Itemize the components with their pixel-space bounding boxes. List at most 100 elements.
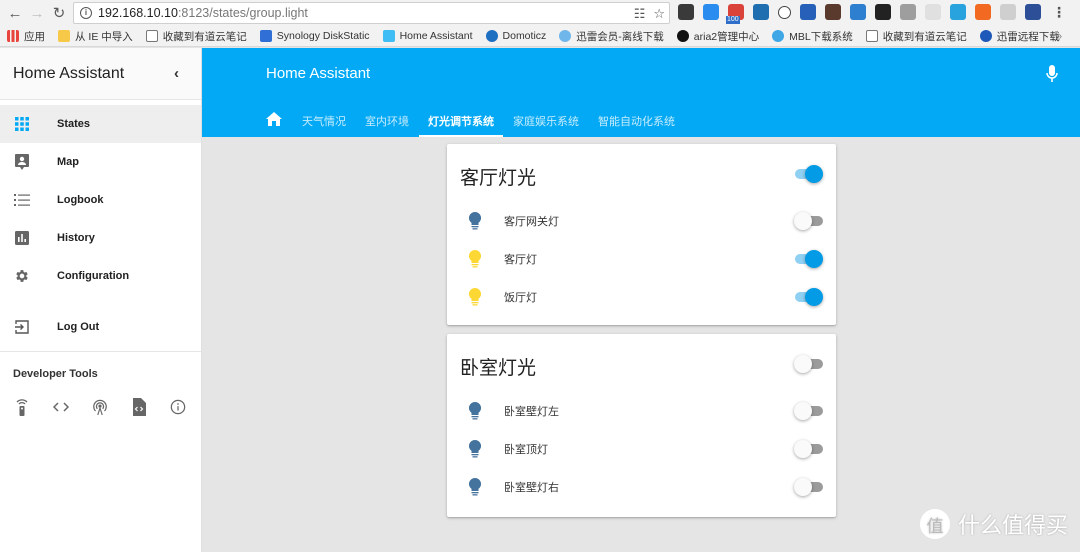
bookmark-label: MBL下载系统 <box>789 30 853 43</box>
tab-weather[interactable]: 天气情况 <box>302 104 346 137</box>
bookmark-label: Domoticz <box>502 30 547 42</box>
entity-name[interactable]: 客厅灯 <box>504 251 537 267</box>
entity-toggle[interactable] <box>794 249 823 269</box>
globe-ext-icon[interactable] <box>1000 4 1016 20</box>
bookmark-item[interactable]: Domoticz <box>485 30 547 42</box>
onepassword-icon[interactable] <box>778 5 791 19</box>
group-toggle[interactable] <box>794 164 823 184</box>
bookmark-item[interactable]: 收藏到有道云笔记 <box>865 29 967 44</box>
entity-toggle[interactable] <box>794 287 823 307</box>
url-path: :8123/states/group.light <box>177 6 308 20</box>
map-marker-icon <box>14 154 30 170</box>
sidebar-item-logout[interactable]: Log Out <box>0 308 201 346</box>
chart-icon <box>14 230 30 246</box>
bookmark-label: 应用 <box>24 30 45 43</box>
entity-toggle[interactable] <box>794 439 823 459</box>
adblock-icon[interactable]: 100 <box>726 4 744 24</box>
shield-ext-icon[interactable] <box>925 4 941 20</box>
sidebar-item-label: Map <box>57 156 79 168</box>
evernote-icon[interactable] <box>678 4 694 20</box>
watermark-logo-icon: 值 <box>919 509 950 539</box>
folder-icon <box>58 30 70 42</box>
sidebar: Home Assistant ‹ States Map Logbook Hist… <box>0 48 202 552</box>
bookmark-label: 从 IE 中导入 <box>75 30 133 43</box>
bookmark-item[interactable]: 迅雷会员-离线下载 <box>559 29 664 44</box>
collapse-sidebar-icon[interactable]: ‹ <box>174 65 179 82</box>
bookmark-label: Home Assistant <box>399 30 473 42</box>
group-card-living-room: 客厅灯光 客厅网关灯 客厅灯 饭厅灯 <box>447 144 836 325</box>
bookmark-ext-icon[interactable] <box>800 4 816 20</box>
bookmark-label: 迅雷远程下载 <box>996 30 1060 43</box>
color-wheel-icon[interactable] <box>875 4 891 20</box>
address-bar[interactable]: i 192.168.10.10:8123/states/group.light … <box>73 2 670 24</box>
bookmark-item[interactable]: MBL下载系统 <box>772 29 853 44</box>
blue-ext-icon[interactable] <box>703 4 719 20</box>
sidebar-item-label: Configuration <box>57 270 130 282</box>
bookmarks-bar: 应用 从 IE 中导入 收藏到有道云笔记 Synology DiskStatic Hom… <box>0 26 1080 47</box>
template-file-icon[interactable] <box>131 398 147 416</box>
star-icon[interactable]: ☆ <box>653 6 665 22</box>
info-icon[interactable]: i <box>80 7 92 19</box>
paint-ext-icon[interactable] <box>950 4 966 20</box>
tab-entertainment[interactable]: 家庭娱乐系统 <box>513 104 579 137</box>
sidebar-item-map[interactable]: Map <box>0 143 201 181</box>
entity-row: 卧室壁灯右 <box>447 472 836 502</box>
entity-toggle[interactable] <box>794 211 823 231</box>
entity-row: 卧室顶灯 <box>447 434 836 464</box>
home-icon <box>266 112 282 129</box>
camera-ext-icon[interactable] <box>825 4 841 20</box>
sidebar-item-states[interactable]: States <box>0 105 201 143</box>
info-icon[interactable] <box>170 398 186 416</box>
more-bookmarks-button[interactable]: » <box>1056 31 1062 42</box>
sidebar-item-label: Logbook <box>57 194 104 206</box>
microphone-icon[interactable] <box>1046 65 1058 88</box>
card-title: 卧室灯光 <box>460 358 537 379</box>
sidebar-item-configuration[interactable]: Configuration <box>0 257 201 295</box>
bookmark-item[interactable]: 应用 <box>7 29 45 44</box>
bookmark-item[interactable]: 迅雷远程下载 <box>979 29 1060 44</box>
list-icon <box>14 192 30 208</box>
grid-icon <box>14 116 30 132</box>
bookmark-label: 收藏到有道云笔记 <box>882 30 967 43</box>
lightbulb-icon <box>468 439 482 458</box>
tab-indoor-environment[interactable]: 室内环境 <box>365 104 409 137</box>
entity-row: 客厅灯 <box>447 244 836 274</box>
translate-icon[interactable]: ☷ <box>634 6 646 22</box>
logout-icon <box>14 319 30 335</box>
mqtt-antenna-icon[interactable] <box>92 398 108 416</box>
bird-ext-icon[interactable] <box>753 4 769 20</box>
thunder-remote-icon <box>979 30 992 42</box>
bookmark-item[interactable]: aria2管理中心 <box>676 29 759 44</box>
sidebar-item-label: History <box>57 232 95 244</box>
service-remote-icon[interactable] <box>14 398 30 416</box>
forward-button[interactable]: → <box>26 2 48 24</box>
entity-name[interactable]: 卧室壁灯左 <box>504 403 559 419</box>
tab-home[interactable] <box>266 104 282 137</box>
mi-ext-icon[interactable] <box>975 4 991 20</box>
entity-toggle[interactable] <box>794 401 823 421</box>
reload-button[interactable]: ↻ <box>48 2 70 24</box>
entity-name[interactable]: 卧室顶灯 <box>504 441 548 457</box>
bookmark-item[interactable]: 从 IE 中导入 <box>58 29 133 44</box>
group-toggle[interactable] <box>794 354 823 374</box>
entity-name[interactable]: 卧室壁灯右 <box>504 479 559 495</box>
bookmark-label: Synology DiskStatic <box>276 30 370 42</box>
tab-lighting[interactable]: 灯光调节系统 <box>419 104 503 137</box>
back-button[interactable]: ← <box>4 2 26 24</box>
sidebar-item-history[interactable]: History <box>0 219 201 257</box>
entity-toggle[interactable] <box>794 477 823 497</box>
entity-name[interactable]: 客厅网关灯 <box>504 213 559 229</box>
bookmark-item[interactable]: Home Assistant <box>382 30 473 42</box>
sidebar-header: Home Assistant ‹ <box>0 48 201 100</box>
tab-automation[interactable]: 智能自动化系统 <box>598 104 675 137</box>
browser-menu-icon[interactable]: ⋮ <box>1052 4 1066 21</box>
s-ext-icon[interactable] <box>850 4 866 20</box>
lightbulb-icon <box>468 211 482 230</box>
sidebar-item-logbook[interactable]: Logbook <box>0 181 201 219</box>
bookmark-item[interactable]: 收藏到有道云笔记 <box>145 29 247 44</box>
gray-ext-icon[interactable] <box>900 4 916 20</box>
bookmark-item[interactable]: Synology DiskStatic <box>259 30 370 42</box>
entity-name[interactable]: 饭厅灯 <box>504 289 537 305</box>
arrow-ext-icon[interactable] <box>1025 4 1041 20</box>
code-brackets-icon[interactable] <box>53 398 69 416</box>
